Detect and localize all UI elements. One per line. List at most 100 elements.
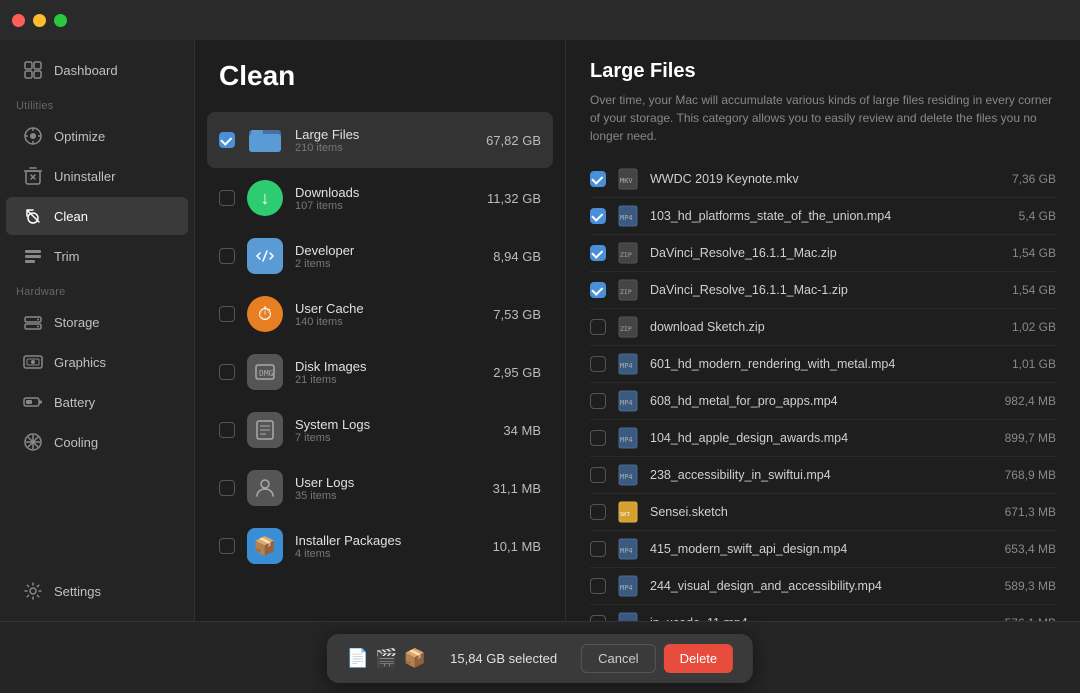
file-checkbox-5[interactable] xyxy=(590,356,606,372)
file-row-3[interactable]: ZIP DaVinci_Resolve_16.1.1_Mac-1.zip 1,5… xyxy=(590,272,1056,309)
downloads-checkbox[interactable] xyxy=(219,190,235,206)
downloads-size: 11,32 GB xyxy=(487,191,541,206)
developer-checkbox[interactable] xyxy=(219,248,235,264)
file-row-11[interactable]: MP4 244_visual_design_and_accessibility.… xyxy=(590,568,1056,605)
svg-text:MP4: MP4 xyxy=(620,473,633,481)
category-list: Large Files 210 items 67,82 GB ↓ Downloa… xyxy=(195,112,565,574)
file-name-10: 415_modern_swift_api_design.mp4 xyxy=(650,542,976,556)
close-button[interactable] xyxy=(12,14,25,27)
sidebar: Dashboard Utilities Optimize xyxy=(0,40,195,621)
dashboard-icon xyxy=(22,59,44,81)
sidebar-item-uninstaller[interactable]: Uninstaller xyxy=(6,157,188,195)
category-installer-packages[interactable]: 📦 Installer Packages 4 items 10,1 MB xyxy=(207,518,553,574)
userlogs-name: User Logs xyxy=(295,475,481,490)
file-checkbox-9[interactable] xyxy=(590,504,606,520)
file-checkbox-7[interactable] xyxy=(590,430,606,446)
diskimages-checkbox[interactable] xyxy=(219,364,235,380)
file-row-8[interactable]: MP4 238_accessibility_in_swiftui.mp4 768… xyxy=(590,457,1056,494)
large-files-sub: 210 items xyxy=(295,142,474,154)
sidebar-item-label: Optimize xyxy=(54,129,105,144)
file-row-1[interactable]: MP4 103_hd_platforms_state_of_the_union.… xyxy=(590,198,1056,235)
file-size-1: 5,4 GB xyxy=(986,209,1056,223)
category-downloads[interactable]: ↓ Downloads 107 items 11,32 GB xyxy=(207,170,553,226)
userlogs-size: 31,1 MB xyxy=(493,481,541,496)
sidebar-item-clean[interactable]: Clean xyxy=(6,197,188,235)
file-row-6[interactable]: MP4 608_hd_metal_for_pro_apps.mp4 982,4 … xyxy=(590,383,1056,420)
installer-icon: 📦 xyxy=(247,528,283,564)
userlogs-info: User Logs 35 items xyxy=(295,475,481,502)
sidebar-item-graphics[interactable]: Graphics xyxy=(6,343,188,381)
delete-button[interactable]: Delete xyxy=(664,644,734,673)
category-user-logs[interactable]: User Logs 35 items 31,1 MB xyxy=(207,460,553,516)
file-row-9[interactable]: SKT Sensei.sketch 671,3 MB xyxy=(590,494,1056,531)
category-system-logs[interactable]: System Logs 7 items 34 MB xyxy=(207,402,553,458)
userlogs-checkbox[interactable] xyxy=(219,480,235,496)
left-panel: Clean Large Files 210 items xyxy=(195,40,565,621)
file-icon-7: MP4 xyxy=(616,426,640,450)
svg-text:MP4: MP4 xyxy=(620,436,633,444)
developer-sub: 2 items xyxy=(295,258,481,270)
file-checkbox-6[interactable] xyxy=(590,393,606,409)
file-size-3: 1,54 GB xyxy=(986,283,1056,297)
developer-size: 8,94 GB xyxy=(493,249,541,264)
sidebar-item-storage[interactable]: Storage xyxy=(6,303,188,341)
file-checkbox-1[interactable] xyxy=(590,208,606,224)
sidebar-item-label: Uninstaller xyxy=(54,169,115,184)
svg-text:MP4: MP4 xyxy=(620,547,633,555)
sidebar-item-optimize[interactable]: Optimize xyxy=(6,117,188,155)
installer-checkbox[interactable] xyxy=(219,538,235,554)
file-checkbox-3[interactable] xyxy=(590,282,606,298)
large-files-size: 67,82 GB xyxy=(486,133,541,148)
sidebar-item-label: Clean xyxy=(54,209,88,224)
svg-text:ZIP: ZIP xyxy=(620,251,632,259)
sidebar-item-battery[interactable]: Battery xyxy=(6,383,188,421)
popup-icons: 📄 🎬 📦 xyxy=(347,648,426,669)
file-icon-10: MP4 xyxy=(616,537,640,561)
sidebar-item-label: Graphics xyxy=(54,355,106,370)
diskimages-name: Disk Images xyxy=(295,359,481,374)
syslogs-checkbox[interactable] xyxy=(219,422,235,438)
file-row-10[interactable]: MP4 415_modern_swift_api_design.mp4 653,… xyxy=(590,531,1056,568)
file-checkbox-11[interactable] xyxy=(590,578,606,594)
large-files-checkbox[interactable] xyxy=(219,132,235,148)
file-checkbox-2[interactable] xyxy=(590,245,606,261)
settings-icon xyxy=(22,580,44,602)
file-checkbox-8[interactable] xyxy=(590,467,606,483)
file-checkbox-10[interactable] xyxy=(590,541,606,557)
optimize-icon xyxy=(22,125,44,147)
file-icon-1: MP4 xyxy=(616,204,640,228)
category-large-files[interactable]: Large Files 210 items 67,82 GB xyxy=(207,112,553,168)
sidebar-item-cooling[interactable]: Cooling xyxy=(6,423,188,461)
file-checkbox-4[interactable] xyxy=(590,319,606,335)
sidebar-item-label: Storage xyxy=(54,315,100,330)
category-developer[interactable]: Developer 2 items 8,94 GB xyxy=(207,228,553,284)
svg-text:ZIP: ZIP xyxy=(620,288,632,296)
file-row-2[interactable]: ZIP DaVinci_Resolve_16.1.1_Mac.zip 1,54 … xyxy=(590,235,1056,272)
sidebar-item-label: Battery xyxy=(54,395,95,410)
sidebar-item-label: Cooling xyxy=(54,435,98,450)
downloads-icon: ↓ xyxy=(247,180,283,216)
file-icon-5: MP4 xyxy=(616,352,640,376)
svg-text:MP4: MP4 xyxy=(620,214,633,222)
installer-info: Installer Packages 4 items xyxy=(295,533,481,560)
app-body: Dashboard Utilities Optimize xyxy=(0,40,1080,621)
category-user-cache[interactable]: ⏱ User Cache 140 items 7,53 GB xyxy=(207,286,553,342)
file-checkbox-0[interactable] xyxy=(590,171,606,187)
minimize-button[interactable] xyxy=(33,14,46,27)
usercache-checkbox[interactable] xyxy=(219,306,235,322)
sidebar-item-settings[interactable]: Settings xyxy=(6,572,188,610)
file-row-7[interactable]: MP4 104_hd_apple_design_awards.mp4 899,7… xyxy=(590,420,1056,457)
maximize-button[interactable] xyxy=(54,14,67,27)
usercache-icon: ⏱ xyxy=(247,296,283,332)
cancel-button[interactable]: Cancel xyxy=(581,644,655,673)
diskimages-info: Disk Images 21 items xyxy=(295,359,481,386)
sidebar-item-trim[interactable]: Trim xyxy=(6,237,188,275)
sidebar-item-dashboard[interactable]: Dashboard xyxy=(6,51,188,89)
file-row-0[interactable]: MKV WWDC 2019 Keynote.mkv 7,36 GB xyxy=(590,161,1056,198)
file-row-5[interactable]: MP4 601_hd_modern_rendering_with_metal.m… xyxy=(590,346,1056,383)
file-row-4[interactable]: ZIP download Sketch.zip 1,02 GB xyxy=(590,309,1056,346)
syslogs-icon xyxy=(247,412,283,448)
svg-text:MP4: MP4 xyxy=(620,584,633,592)
category-disk-images[interactable]: DMG Disk Images 21 items 2,95 GB xyxy=(207,344,553,400)
file-row-12[interactable]: MP4 in_xcode_11.mp4 576,1 MB xyxy=(590,605,1056,621)
